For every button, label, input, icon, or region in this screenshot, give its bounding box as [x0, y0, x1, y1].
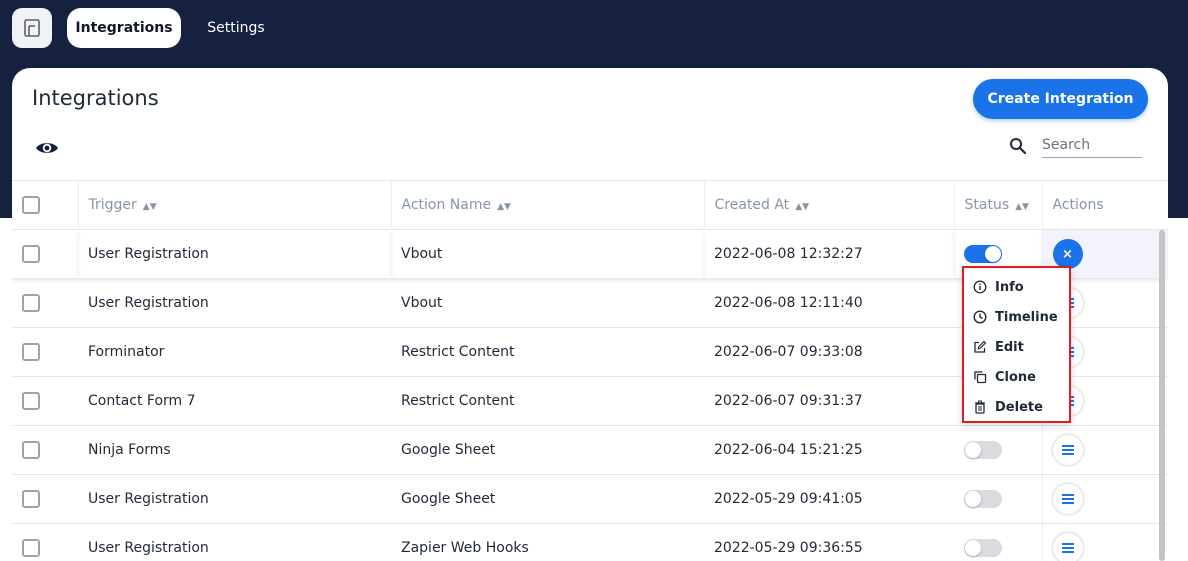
menu-item-edit[interactable]: Edit	[964, 332, 1069, 362]
eye-icon[interactable]	[35, 140, 59, 160]
row-select-cell	[12, 523, 78, 561]
table-row[interactable]: Ninja Forms Google Sheet 2022-06-04 15:2…	[12, 425, 1168, 475]
action-name-cell: Restrict Content	[391, 376, 704, 426]
created-at-cell: 2022-06-08 12:32:27	[704, 229, 954, 279]
row-checkbox[interactable]	[22, 245, 40, 263]
edit-icon	[974, 340, 987, 353]
select-all-cell	[12, 180, 78, 230]
action-name-cell: Google Sheet	[391, 425, 704, 475]
menu-item-label: Info	[995, 279, 1024, 295]
row-checkbox[interactable]	[22, 539, 40, 557]
status-cell	[954, 523, 1042, 561]
page-title: Integrations	[32, 86, 159, 110]
created-at-cell: 2022-05-29 09:41:05	[704, 474, 954, 524]
trigger-cell: User Registration	[78, 229, 391, 279]
actions-cell	[1041, 474, 1168, 524]
menu-item-label: Edit	[995, 339, 1024, 355]
logo-icon[interactable]	[12, 8, 52, 48]
column-header-action-name[interactable]: Action Name ▲▼	[390, 180, 704, 230]
close-actions-button[interactable]: ×	[1052, 239, 1083, 269]
status-toggle[interactable]	[964, 539, 1002, 557]
menu-item-info[interactable]: Info	[964, 272, 1069, 302]
menu-item-timeline[interactable]: Timeline	[964, 302, 1069, 332]
select-all-checkbox[interactable]	[22, 196, 40, 214]
trigger-cell: User Registration	[78, 474, 391, 524]
status-toggle[interactable]	[964, 245, 1002, 263]
row-checkbox[interactable]	[22, 343, 40, 361]
clock-icon	[973, 310, 987, 324]
table-row[interactable]: User Registration Zapier Web Hooks 2022-…	[12, 523, 1168, 561]
actions-menu-button[interactable]	[1052, 533, 1083, 561]
search-icon[interactable]	[1009, 137, 1027, 159]
action-name-cell: Vbout	[391, 278, 704, 328]
row-select-cell	[12, 425, 78, 475]
row-select-cell	[12, 327, 78, 377]
row-checkbox[interactable]	[22, 441, 40, 459]
column-header-created-at[interactable]: Created At ▲▼	[703, 180, 954, 230]
info-icon	[973, 280, 987, 294]
create-integration-button[interactable]: Create Integration	[973, 79, 1148, 119]
action-name-cell: Google Sheet	[391, 474, 704, 524]
trigger-cell: Contact Form 7	[78, 376, 391, 426]
created-at-cell: 2022-06-04 15:21:25	[704, 425, 954, 475]
status-toggle[interactable]	[964, 441, 1002, 459]
row-select-cell	[12, 474, 78, 524]
table-scrollbar[interactable]	[1159, 230, 1165, 561]
status-cell	[954, 425, 1042, 475]
tab-settings[interactable]: Settings	[196, 8, 276, 48]
actions-menu-button[interactable]	[1052, 484, 1083, 514]
table-row[interactable]: User Registration Google Sheet 2022-05-2…	[12, 474, 1168, 524]
table-header-row: Trigger ▲▼ Action Name ▲▼ Created At ▲▼ Sta…	[12, 180, 1168, 230]
actions-menu-button[interactable]	[1052, 435, 1083, 465]
sort-icon: ▲▼	[142, 202, 157, 212]
sort-icon: ▲▼	[1015, 202, 1029, 212]
created-at-cell: 2022-05-29 09:36:55	[704, 523, 954, 561]
row-checkbox[interactable]	[22, 294, 40, 312]
sort-icon: ▲▼	[497, 202, 511, 212]
created-at-cell: 2022-06-07 09:31:37	[704, 376, 954, 426]
actions-cell	[1041, 523, 1168, 561]
status-cell	[954, 474, 1042, 524]
menu-item-label: Delete	[995, 399, 1043, 415]
trigger-cell: Ninja Forms	[78, 425, 391, 475]
sort-icon: ▲▼	[795, 202, 810, 212]
clone-icon	[974, 371, 987, 384]
menu-item-delete[interactable]: Delete	[964, 392, 1069, 422]
status-toggle[interactable]	[964, 490, 1002, 508]
menu-icon	[1061, 543, 1074, 553]
actions-dropdown-menu: Info Timeline Edit Clone Delete	[962, 266, 1071, 423]
trash-icon	[975, 400, 985, 414]
menu-item-label: Clone	[995, 369, 1036, 385]
action-name-cell: Restrict Content	[391, 327, 704, 377]
row-select-cell	[12, 278, 78, 328]
tab-integrations[interactable]: Integrations	[67, 8, 181, 48]
search-input[interactable]	[1042, 132, 1142, 158]
menu-icon	[1061, 445, 1074, 455]
row-select-cell	[12, 376, 78, 426]
action-name-cell: Vbout	[391, 229, 704, 279]
created-at-cell: 2022-06-07 09:33:08	[704, 327, 954, 377]
column-header-status[interactable]: Status ▲▼	[953, 180, 1042, 230]
row-checkbox[interactable]	[22, 490, 40, 508]
trigger-cell: User Registration	[78, 278, 391, 328]
column-header-trigger[interactable]: Trigger ▲▼	[77, 180, 391, 230]
menu-icon	[1061, 494, 1074, 504]
row-select-cell	[12, 229, 78, 279]
action-name-cell: Zapier Web Hooks	[391, 523, 704, 561]
actions-cell	[1041, 425, 1168, 475]
trigger-cell: Forminator	[78, 327, 391, 377]
trigger-cell: User Registration	[78, 523, 391, 561]
menu-item-clone[interactable]: Clone	[964, 362, 1069, 392]
row-checkbox[interactable]	[22, 392, 40, 410]
column-header-actions: Actions	[1041, 180, 1168, 230]
menu-item-label: Timeline	[995, 309, 1058, 325]
created-at-cell: 2022-06-08 12:11:40	[704, 278, 954, 328]
